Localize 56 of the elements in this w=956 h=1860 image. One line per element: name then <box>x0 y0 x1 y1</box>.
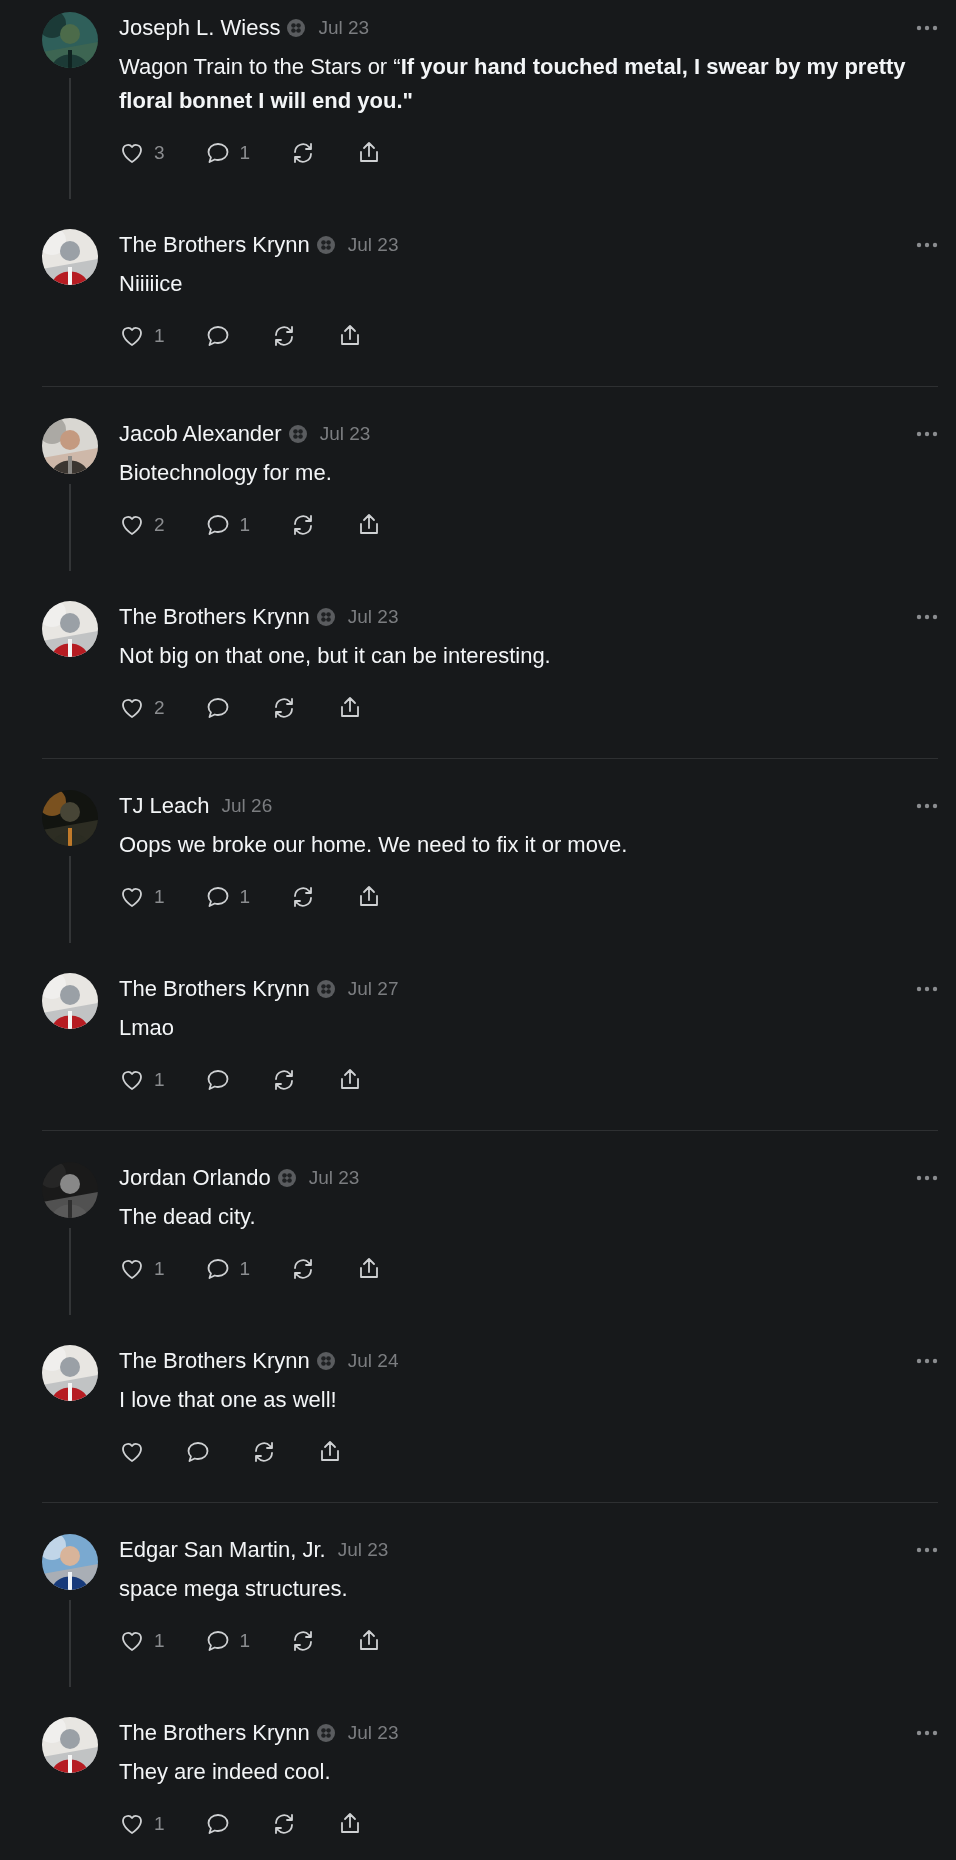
more-icon <box>916 25 938 31</box>
reply-button[interactable]: 1 <box>204 140 251 166</box>
reply-button[interactable] <box>185 1439 211 1465</box>
post-text: I love that one as well! <box>119 1386 338 1414</box>
speech-bubble-icon <box>185 1439 211 1465</box>
reply-button[interactable]: 1 <box>204 512 251 538</box>
more-icon <box>916 614 938 620</box>
like-button[interactable]: 2 <box>119 512 165 538</box>
post-text: space mega structures. <box>119 1575 349 1603</box>
like-button[interactable]: 1 <box>119 1067 165 1093</box>
post-text: Not big on that one, but it can be interesting. <box>119 642 552 670</box>
post-text: The dead city. <box>119 1203 257 1231</box>
post-date: Jul 23 <box>347 1722 399 1744</box>
author-name[interactable]: The Brothers Krynn <box>119 1720 310 1746</box>
reply-button[interactable]: 1 <box>204 1628 251 1654</box>
like-button[interactable]: 1 <box>119 1811 165 1837</box>
post-date: Jul 23 <box>319 423 371 445</box>
author-name[interactable]: Jordan Orlando <box>119 1165 271 1191</box>
post-text: Wagon Train to the Stars or “If your hand touched metal, I swear by my pretty floral bonnet I will end you." <box>119 53 907 115</box>
post-text: Oops we broke our home. We need to fix it or move. <box>119 831 629 859</box>
like-button[interactable]: 1 <box>119 884 165 910</box>
post-date: Jul 24 <box>347 1350 399 1372</box>
reply-button[interactable]: 1 <box>204 1256 251 1282</box>
more-icon <box>916 986 938 992</box>
author-name[interactable]: The Brothers Krynn <box>119 976 310 1002</box>
post-date: Jul 23 <box>318 17 370 39</box>
author-name[interactable]: TJ Leach <box>119 793 210 819</box>
post-text: They are indeed cool. <box>119 1758 332 1786</box>
post-date: Jul 23 <box>308 1167 360 1189</box>
post-text: Niiiiice <box>119 270 184 298</box>
more-icon <box>916 431 938 437</box>
post-date: Jul 26 <box>221 795 273 817</box>
post-date: Jul 23 <box>347 606 399 628</box>
post-date: Jul 23 <box>337 1539 389 1561</box>
like-button[interactable]: 3 <box>119 140 165 166</box>
more-icon <box>916 1730 938 1736</box>
more-icon <box>916 242 938 248</box>
post-text: Lmao <box>119 1014 176 1042</box>
more-icon <box>916 1547 938 1553</box>
post-date: Jul 27 <box>347 978 399 1000</box>
like-button[interactable]: 1 <box>119 323 165 349</box>
like-button[interactable]: 1 <box>119 1256 165 1282</box>
more-icon <box>916 1175 938 1181</box>
post-date: Jul 23 <box>347 234 399 256</box>
more-icon <box>916 803 938 809</box>
author-name[interactable]: The Brothers Krynn <box>119 1348 310 1374</box>
author-name[interactable]: The Brothers Krynn <box>119 232 310 258</box>
author-name[interactable]: Edgar San Martin, Jr. <box>119 1537 326 1563</box>
author-name[interactable]: The Brothers Krynn <box>119 604 310 630</box>
author-name[interactable]: Jacob Alexander <box>119 421 282 447</box>
like-button[interactable]: 2 <box>119 695 165 721</box>
like-button[interactable]: 1 <box>119 1628 165 1654</box>
author-name[interactable]: Joseph L. Wiess <box>119 15 281 41</box>
reply-button[interactable]: 1 <box>204 884 251 910</box>
more-icon <box>916 1358 938 1364</box>
post-text: Biotechnology for me. <box>119 459 333 487</box>
